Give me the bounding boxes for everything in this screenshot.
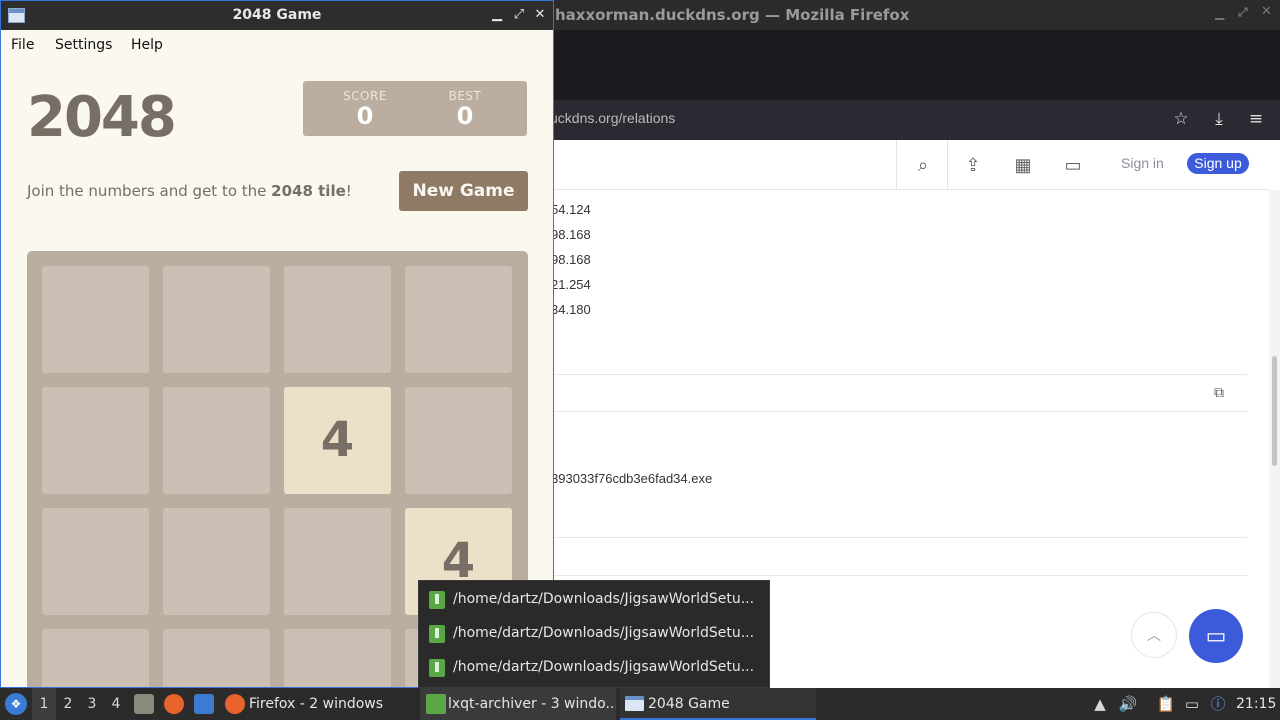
grid-icon[interactable]: ▦ [1011, 153, 1035, 177]
desktop-1-button[interactable]: 1 [32, 688, 56, 720]
task-label: lxqt-archiver - 3 windo... [448, 696, 616, 712]
grid-cell [42, 508, 149, 615]
tile: 4 [284, 387, 391, 494]
close-icon[interactable]: ✕ [531, 6, 549, 24]
task-label: Firefox - 2 windows [249, 696, 384, 712]
task-2048[interactable]: 2048 Game [620, 688, 816, 720]
menu-settings[interactable]: Settings [55, 37, 112, 53]
sign-up-button[interactable]: Sign up [1187, 153, 1249, 174]
firefox-launcher-icon[interactable] [164, 694, 184, 714]
grid-cell [163, 387, 270, 494]
chat-support-button[interactable]: ▭ [1189, 609, 1243, 663]
url-text: uckdns.org/relations [550, 110, 676, 126]
task-archiver[interactable]: lxqt-archiver - 3 windo... [420, 688, 616, 720]
upload-icon[interactable]: ⇪ [961, 153, 985, 177]
chat-icon[interactable]: ▭ [1061, 153, 1085, 177]
game-titlebar: 2048 Game ▁ ⤢ ✕ [1, 1, 553, 30]
divider [553, 374, 1247, 375]
intro-suffix: ! [345, 182, 352, 200]
ip-row[interactable]: 54.124 [551, 202, 591, 217]
scrollbar-thumb[interactable] [1272, 356, 1277, 466]
menubar: File Settings Help [1, 30, 553, 60]
menu-help[interactable]: Help [131, 37, 163, 53]
best-value: 0 [456, 102, 474, 130]
divider [553, 411, 1247, 412]
maximize-icon[interactable]: ⤢ [1238, 5, 1248, 20]
sign-in-link[interactable]: Sign in [1121, 155, 1164, 171]
divider [553, 575, 1247, 576]
clipboard-icon[interactable]: 📋 [1156, 694, 1176, 714]
grid-cell [42, 266, 149, 373]
list-item-label: /home/dartz/Downloads/JigsawWorldSetu... [453, 625, 755, 641]
window-app-icon [625, 696, 644, 711]
menu-icon[interactable]: ≡ [1245, 108, 1267, 130]
grid-cell [163, 266, 270, 373]
grid-cell [284, 508, 391, 615]
grid-cell [284, 629, 391, 687]
search-button[interactable]: ⌕ [896, 140, 948, 190]
download-icon[interactable]: ⤓ [1208, 108, 1230, 130]
network-icon[interactable]: ▭ [1182, 694, 1202, 714]
desktop-2-button[interactable]: 2 [56, 688, 80, 720]
grid-cell [163, 629, 270, 687]
grid-cell [42, 629, 149, 687]
copy-icon[interactable]: ⧉ [1214, 384, 1224, 401]
archive-icon [426, 694, 446, 714]
task-firefox[interactable]: Firefox - 2 windows [225, 688, 415, 720]
file-manager-icon[interactable] [134, 694, 154, 714]
game-window-title: 2048 Game [232, 7, 322, 23]
page-scrollbar[interactable] [1269, 190, 1280, 688]
volume-icon[interactable]: 🔊 [1118, 694, 1138, 714]
archive-icon [429, 625, 445, 643]
ip-row[interactable]: 21.254 [551, 277, 591, 292]
archive-icon [429, 659, 445, 677]
game-title: 2048 [27, 85, 177, 150]
star-icon[interactable]: ☆ [1170, 108, 1192, 130]
ip-row[interactable]: 34.180 [551, 302, 591, 317]
grid-cell [284, 266, 391, 373]
firefox-tabstrip [553, 30, 1280, 100]
task-label: 2048 Game [648, 696, 730, 712]
show-desktop-icon[interactable] [194, 694, 214, 714]
desktop-3-button[interactable]: 3 [80, 688, 104, 720]
list-item-label: /home/dartz/Downloads/JigsawWorldSetu... [453, 659, 755, 675]
minimize-icon[interactable]: ▁ [488, 6, 506, 24]
menu-file[interactable]: File [11, 37, 34, 53]
grid-cell [405, 387, 512, 494]
taskbar-window-list: /home/dartz/Downloads/JigsawWorldSetu...… [418, 580, 770, 688]
minimize-icon[interactable]: ▁ [1215, 6, 1224, 20]
ip-row[interactable]: 98.168 [551, 227, 591, 242]
taskbar: ❖ 1 2 3 4 Firefox - 2 windows lxqt-archi… [0, 688, 1280, 720]
firefox-icon [225, 694, 245, 714]
firefox-window-title: haxxorman.duckdns.org — Mozilla Firefox [555, 6, 910, 24]
notification-icon[interactable]: ⓘ [1208, 694, 1228, 714]
list-item[interactable]: /home/dartz/Downloads/JigsawWorldSetu... [427, 588, 767, 614]
best-box: BEST 0 [403, 81, 527, 136]
new-game-button[interactable]: New Game [399, 171, 528, 211]
grid-cell [42, 387, 149, 494]
divider [553, 537, 1247, 538]
ip-row[interactable]: 98.168 [551, 252, 591, 267]
search-icon: ⌕ [917, 155, 929, 175]
scroll-to-top-button[interactable]: ︿ [1131, 612, 1177, 658]
clock: 21:15 [1236, 696, 1277, 712]
list-item-label: /home/dartz/Downloads/JigsawWorldSetu... [453, 591, 755, 607]
site-header: ⌕ ⇪ ▦ ▭ Sign in Sign up [553, 140, 1269, 190]
archive-icon [429, 591, 445, 609]
desktop-4-button[interactable]: 4 [104, 688, 128, 720]
maximize-icon[interactable]: ⤢ [510, 6, 528, 24]
firefox-titlebar: haxxorman.duckdns.org — Mozilla Firefox … [553, 0, 1280, 30]
intro-text: Join the numbers and get to the [27, 182, 272, 200]
file-name[interactable]: 393033f76cdb3e6fad34.exe [551, 471, 712, 486]
game-intro: Join the numbers and get to the 2048 til… [27, 182, 352, 200]
tray-updates-icon[interactable]: ▲ [1090, 694, 1110, 714]
grid-cell [163, 508, 270, 615]
grid-cell [405, 266, 512, 373]
list-item[interactable]: /home/dartz/Downloads/JigsawWorldSetu... [427, 656, 767, 682]
start-menu-icon[interactable]: ❖ [5, 693, 27, 715]
list-item[interactable]: /home/dartz/Downloads/JigsawWorldSetu... [427, 622, 767, 648]
best-label: BEST [448, 89, 482, 103]
close-icon[interactable]: ✕ [1261, 4, 1272, 19]
intro-bold: 2048 tile [271, 182, 346, 200]
